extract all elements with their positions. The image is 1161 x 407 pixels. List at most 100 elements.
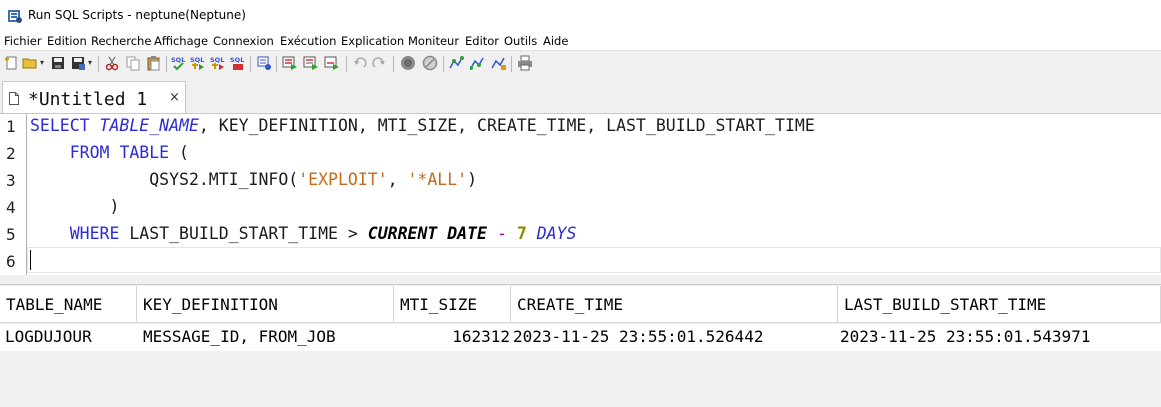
code-line-5: WHERE LAST_BUILD_START_TIME > CURRENT DA…	[30, 224, 577, 243]
visual-explain-icon[interactable]	[470, 55, 486, 71]
run-all-icon[interactable]	[282, 55, 298, 71]
code-line-3: QSYS2.MTI_INFO('EXPLOIT', '*ALL')	[30, 170, 477, 189]
line-number: 4	[6, 198, 16, 217]
stop-icon[interactable]	[400, 55, 416, 71]
svg-text:SQL: SQL	[190, 56, 204, 64]
toolbar-separator	[511, 56, 512, 72]
code-line-2: FROM TABLE (	[30, 143, 189, 162]
print-icon[interactable]	[517, 55, 533, 71]
svg-text:SQL: SQL	[210, 56, 224, 64]
tab-strip: *Untitled 1 ×	[0, 77, 1161, 114]
keyword-days: DAYS	[536, 224, 577, 243]
explain-icon[interactable]	[449, 55, 465, 71]
column-header-key-definition[interactable]: KEY_DEFINITION	[137, 286, 394, 323]
cell-create-time[interactable]: 2023-11-25 23:55:01.526442	[511, 324, 838, 351]
string-literal: '*ALL'	[407, 170, 468, 189]
line-number: 6	[6, 252, 16, 271]
comma: ,	[387, 170, 408, 189]
svg-text:SQL: SQL	[230, 56, 244, 64]
menu-connexion[interactable]: Connexion	[213, 34, 274, 48]
menu-outils[interactable]: Outils	[504, 34, 537, 48]
menu-editor[interactable]: Editor	[465, 34, 499, 48]
explain-run-icon[interactable]	[491, 55, 507, 71]
tab-untitled-1[interactable]: *Untitled 1 ×	[2, 81, 186, 114]
save-dropdown-icon[interactable]: ▾	[88, 58, 92, 67]
column-header-mti-size[interactable]: MTI_SIZE	[394, 286, 511, 323]
run-sql-scripts-icon	[8, 10, 22, 23]
sql-editor[interactable]: 1 2 3 4 5 6 SELECT TABLE_NAME, KEY_DEFIN…	[0, 113, 1161, 276]
sql-run-all-icon[interactable]: SQL	[210, 55, 226, 71]
toolbar: ▾ ▾ SQL SQL SQL SQL	[0, 50, 1161, 78]
run-selected-icon[interactable]	[324, 55, 340, 71]
window-title: Run SQL Scripts - neptune(Neptune)	[28, 8, 246, 22]
cell-table-name[interactable]: LOGDUJOUR	[0, 324, 137, 351]
paste-icon[interactable]	[146, 55, 162, 71]
cut-icon[interactable]	[104, 55, 120, 71]
connect-icon[interactable]	[256, 55, 272, 71]
sql-check-icon[interactable]: SQL	[171, 55, 187, 71]
cell-last-build-start-time[interactable]: 2023-11-25 23:55:01.543971	[838, 324, 1161, 351]
column-header-table-name[interactable]: TABLE_NAME	[0, 286, 137, 323]
title-bar: Run SQL Scripts - neptune(Neptune)	[0, 0, 1161, 31]
open-dropdown-icon[interactable]: ▾	[40, 58, 44, 67]
copy-icon[interactable]	[125, 55, 141, 71]
svg-text:SQL: SQL	[171, 56, 185, 64]
column-header-create-time[interactable]: CREATE_TIME	[511, 286, 838, 323]
code-line-4: )	[30, 197, 120, 216]
operator-minus: -	[496, 224, 507, 243]
new-script-icon[interactable]	[4, 55, 20, 71]
toolbar-separator	[393, 56, 394, 72]
sql-run-icon[interactable]: SQL	[190, 55, 206, 71]
cell-mti-size[interactable]: 162312	[394, 324, 511, 351]
tab-label: *Untitled 1	[28, 89, 148, 110]
toolbar-separator	[346, 56, 347, 72]
number-literal: 7	[516, 224, 527, 243]
line-number: 1	[6, 117, 16, 136]
save-icon[interactable]	[50, 55, 66, 71]
line-number: 3	[6, 171, 16, 190]
keyword-table: TABLE	[119, 143, 170, 162]
undo-icon[interactable]	[352, 55, 368, 71]
toolbar-separator	[276, 56, 277, 72]
run-from-selected-icon[interactable]	[303, 55, 319, 71]
table-row[interactable]: LOGDUJOUR MESSAGE_ID, FROM_JOB 162312 20…	[0, 324, 1161, 351]
current-line-highlight	[27, 247, 1161, 273]
keyword-select: SELECT	[30, 116, 90, 135]
redo-icon[interactable]	[371, 55, 387, 71]
menu-edition[interactable]: Edition	[47, 34, 87, 48]
open-icon[interactable]	[22, 55, 38, 71]
sql-insert-icon[interactable]: SQL	[230, 55, 246, 71]
menu-explication[interactable]: Explication	[341, 34, 404, 48]
results-grid[interactable]: TABLE_NAME KEY_DEFINITION MTI_SIZE CREAT…	[0, 284, 1161, 407]
column-list: , KEY_DEFINITION, MTI_SIZE, CREATE_TIME,…	[198, 116, 815, 135]
line-number: 5	[6, 225, 16, 244]
code-line-1: SELECT TABLE_NAME, KEY_DEFINITION, MTI_S…	[30, 116, 815, 135]
menu-recherche[interactable]: Recherche	[91, 34, 151, 48]
close-icon[interactable]: ×	[169, 90, 180, 105]
where-column: LAST_BUILD_START_TIME >	[119, 224, 368, 243]
toolbar-separator	[443, 56, 444, 72]
menu-execution[interactable]: Exécution	[280, 34, 336, 48]
splitter[interactable]	[0, 275, 1161, 284]
toolbar-separator	[98, 56, 99, 72]
document-icon	[9, 92, 19, 105]
column-header-last-build-start-time[interactable]: LAST_BUILD_START_TIME	[838, 286, 1161, 323]
menu-moniteur[interactable]: Moniteur	[408, 34, 459, 48]
keyword-current-date: CURRENT DATE	[367, 224, 487, 243]
cancel-icon[interactable]	[422, 55, 438, 71]
cell-key-definition[interactable]: MESSAGE_ID, FROM_JOB	[137, 324, 394, 351]
keyword-from: FROM	[69, 143, 110, 162]
function-call: QSYS2.MTI_INFO(	[30, 170, 299, 189]
menu-aide[interactable]: Aide	[543, 34, 568, 48]
open-paren: (	[169, 143, 189, 162]
save-as-icon[interactable]	[70, 55, 86, 71]
line-number: 2	[6, 144, 16, 163]
menu-fichier[interactable]: Fichier	[4, 34, 42, 48]
menu-bar: Fichier Edition Recherche Affichage Conn…	[0, 31, 1161, 50]
keyword-table-name: TABLE_NAME	[99, 116, 199, 135]
menu-affichage[interactable]: Affichage	[154, 34, 208, 48]
keyword-where: WHERE	[69, 224, 120, 243]
toolbar-separator	[250, 56, 251, 72]
